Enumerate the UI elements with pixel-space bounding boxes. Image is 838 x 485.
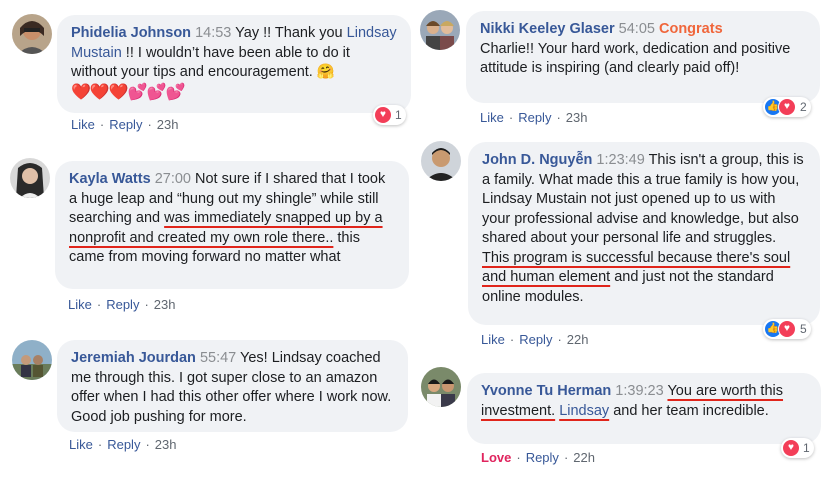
comment-age[interactable]: 23h: [155, 437, 177, 452]
comment-text: Yay !! Thank you: [235, 25, 347, 41]
timestamp[interactable]: 1:39:23: [615, 383, 663, 399]
reaction-count[interactable]: 👍 ♥ 2: [763, 97, 811, 117]
timestamp[interactable]: 27:00: [155, 171, 191, 187]
timestamp[interactable]: 55:47: [200, 350, 236, 366]
like-button[interactable]: Like: [481, 332, 505, 347]
comment-bubble: John D. Nguyễn 1:23:49 This isn't a grou…: [468, 142, 820, 325]
timestamp[interactable]: 1:23:49: [596, 152, 644, 168]
heart-emoji-row: ❤️❤️❤️💕💕💕: [71, 83, 186, 101]
comment-age[interactable]: 23h: [154, 297, 176, 312]
comment-bubble: Jeremiah Jourdan 55:47 Yes! Lindsay coac…: [57, 340, 408, 432]
comment-bubble: Nikki Keeley Glaser 54:05 Congrats Charl…: [466, 11, 820, 103]
author-name[interactable]: Nikki Keeley Glaser: [480, 21, 615, 37]
comment-age[interactable]: 22h: [567, 332, 589, 347]
avatar[interactable]: [420, 10, 460, 50]
heart-reaction-icon: ♥: [778, 320, 796, 338]
author-name[interactable]: Phidelia Johnson: [71, 25, 191, 41]
reply-button[interactable]: Reply: [519, 332, 552, 347]
timestamp[interactable]: 54:05: [619, 21, 655, 37]
author-name[interactable]: Kayla Watts: [69, 171, 151, 187]
timestamp[interactable]: 14:53: [195, 25, 231, 41]
comment-age[interactable]: 23h: [566, 110, 588, 125]
like-button[interactable]: Like: [69, 437, 93, 452]
author-name[interactable]: Jeremiah Jourdan: [71, 350, 196, 366]
mention-link[interactable]: Lindsay: [559, 403, 609, 419]
author-name[interactable]: Yvonne Tu Herman: [481, 383, 611, 399]
heart-reaction-icon: ♥: [778, 98, 796, 116]
comment-age[interactable]: 22h: [573, 450, 595, 465]
comment-text: Charlie!! Your hard work, dedication and…: [480, 40, 791, 77]
comment-actions: Like · Reply · 23h: [480, 110, 588, 125]
comment-text: and her team incredible.: [609, 402, 769, 419]
avatar[interactable]: [421, 141, 461, 181]
comment-actions: Like · Reply · 22h: [481, 332, 589, 347]
reaction-count[interactable]: ♥ 1: [373, 105, 406, 125]
comment-age[interactable]: 23h: [157, 117, 179, 132]
heart-reaction-icon: ♥: [375, 107, 391, 123]
avatar[interactable]: [12, 14, 52, 54]
reply-button[interactable]: Reply: [109, 117, 142, 132]
avatar[interactable]: [421, 367, 461, 407]
comment-bubble: Yvonne Tu Herman 1:39:23 You are worth t…: [467, 373, 821, 444]
author-name[interactable]: John D. Nguyễn: [482, 152, 592, 168]
reply-button[interactable]: Reply: [526, 450, 559, 465]
congrats-label: Congrats: [658, 21, 723, 37]
reaction-count[interactable]: 👍 ♥ 5: [763, 319, 811, 339]
reply-button[interactable]: Reply: [518, 110, 551, 125]
reply-button[interactable]: Reply: [107, 437, 140, 452]
reply-button[interactable]: Reply: [106, 297, 139, 312]
comment-bubble: Kayla Watts 27:00 Not sure if I shared t…: [55, 161, 409, 289]
reaction-count[interactable]: ♥ 1: [781, 438, 814, 458]
avatar[interactable]: [10, 158, 50, 198]
comment-bubble: Phidelia Johnson 14:53 Yay !! Thank you …: [57, 15, 411, 113]
like-button[interactable]: Like: [71, 117, 95, 132]
like-button[interactable]: Like: [68, 297, 92, 312]
like-button[interactable]: Like: [480, 110, 504, 125]
comment-actions: Love · Reply · 22h: [481, 450, 595, 465]
comment-actions: Like · Reply · 23h: [68, 297, 176, 312]
comment-actions: Like · Reply · 23h: [69, 437, 177, 452]
avatar[interactable]: [12, 340, 52, 380]
heart-reaction-icon: ♥: [783, 440, 799, 456]
love-button[interactable]: Love: [481, 450, 511, 465]
comment-actions: Like · Reply · 23h: [71, 117, 179, 132]
